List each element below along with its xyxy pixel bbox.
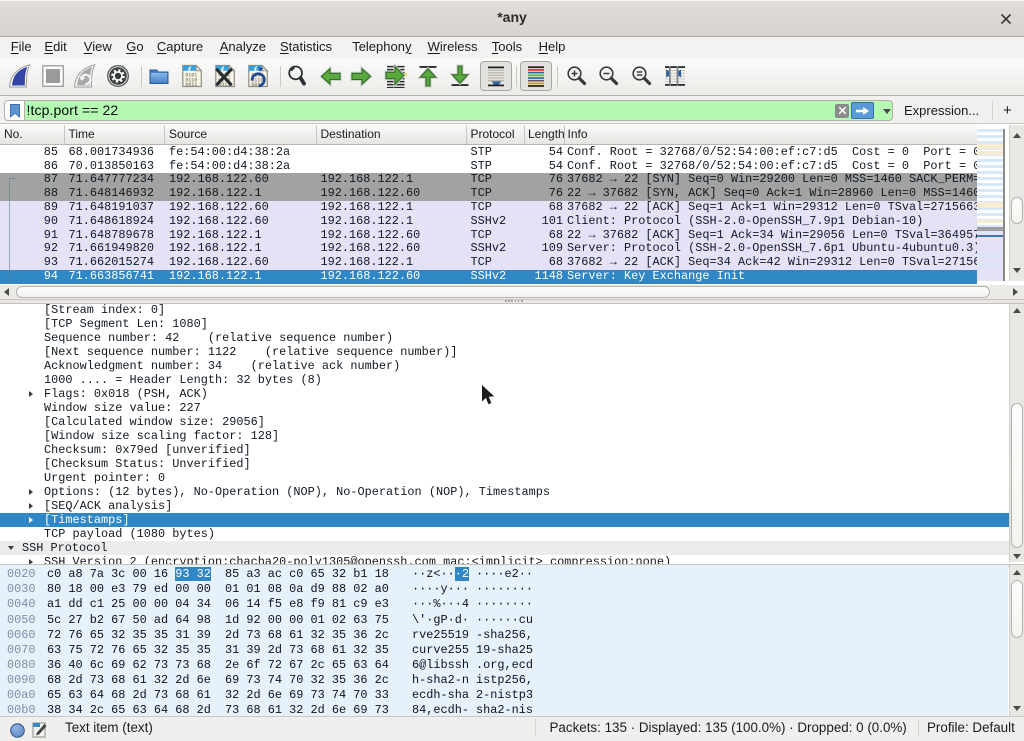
svg-text:0011: 0011 bbox=[185, 82, 197, 88]
